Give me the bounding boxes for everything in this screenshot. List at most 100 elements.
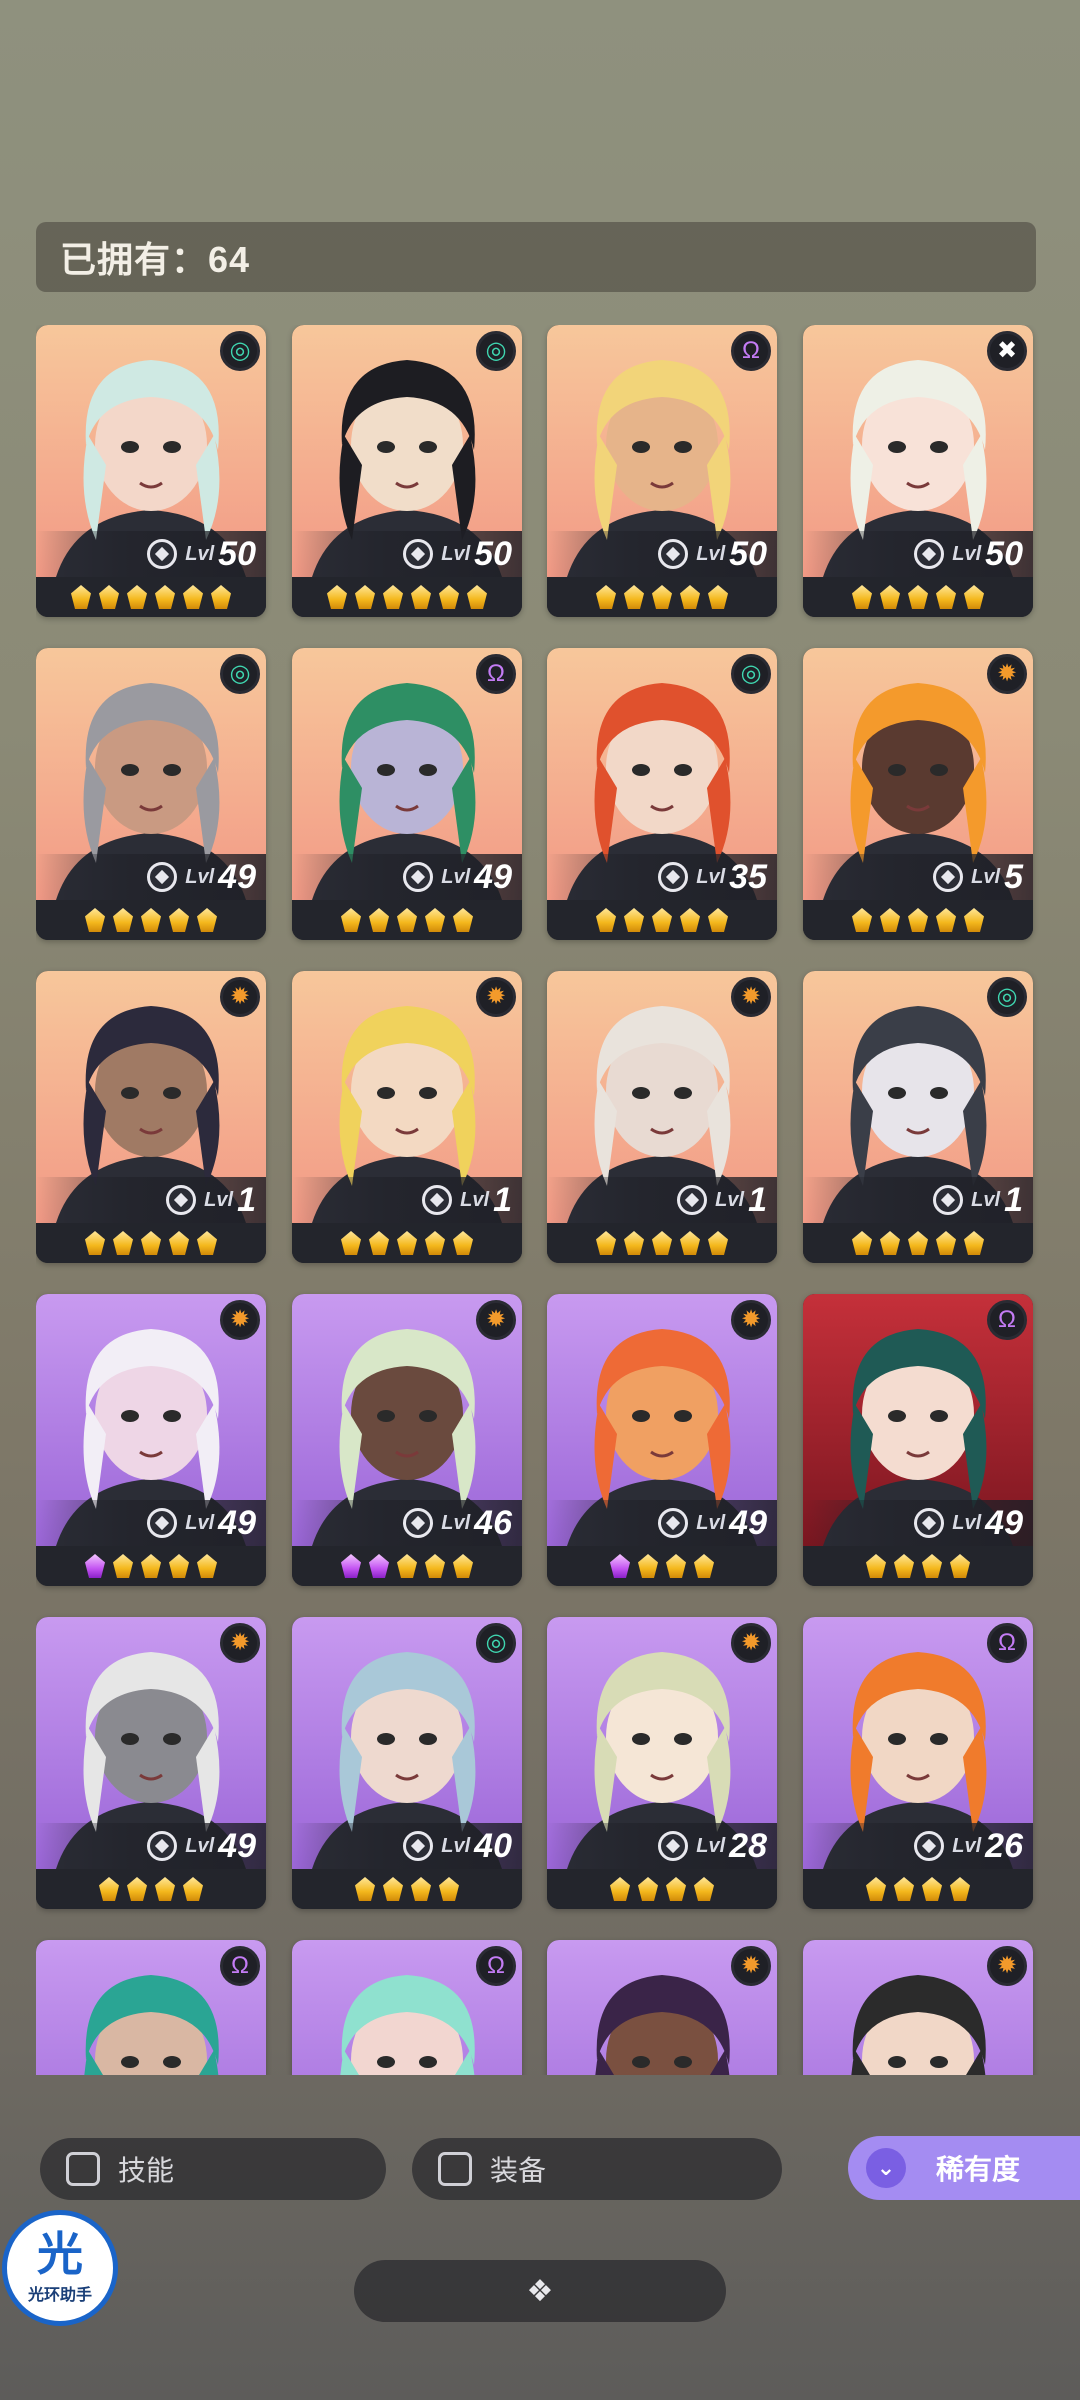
star-rating	[292, 577, 522, 617]
hero-card[interactable]: ✹ Lvl 5	[803, 648, 1033, 940]
star-icon	[99, 1877, 119, 1901]
hero-card[interactable]: ◎ Lvl 35	[547, 648, 777, 940]
star-icon	[852, 908, 872, 932]
star-icon	[467, 585, 487, 609]
star-icon	[85, 908, 105, 932]
equipment-filter-toggle[interactable]: 装备	[412, 2138, 782, 2200]
skill-filter-label: 技能	[118, 2155, 175, 2186]
star-icon	[964, 1231, 984, 1255]
hero-card[interactable]: ✹ Lvl 1	[36, 971, 266, 1263]
omega-icon: Ω	[476, 1946, 516, 1986]
star-icon	[183, 585, 203, 609]
rarity-sort-button[interactable]: ⌄ 稀有度	[848, 2136, 1080, 2200]
assistant-floating-button[interactable]: 光 光环助手	[2, 2210, 118, 2326]
equipment-slot-icon	[147, 1508, 178, 1538]
star-icon	[197, 1554, 217, 1578]
star-icon	[964, 585, 984, 609]
skill-filter-toggle[interactable]: 技能	[40, 2138, 386, 2200]
level-label: Lvl	[441, 1834, 471, 1857]
hero-card[interactable]: Ω	[292, 1940, 522, 2075]
star-icon	[610, 1877, 630, 1901]
omega-icon: Ω	[731, 331, 771, 371]
hero-card[interactable]: ✹ Lvl 1	[292, 971, 522, 1263]
star-icon	[596, 908, 616, 932]
sun-icon: ✹	[220, 1623, 260, 1663]
equipment-checkbox[interactable]	[438, 2152, 472, 2186]
star-icon	[369, 1554, 389, 1578]
hero-level-row: Lvl 35	[547, 854, 777, 900]
level-value: 49	[218, 1826, 256, 1865]
diamond-cluster-icon: ❖	[526, 2274, 554, 2308]
hero-card[interactable]: ✹	[547, 1940, 777, 2075]
sun-icon: ✹	[987, 1946, 1027, 1986]
expand-panel-button[interactable]: ❖	[354, 2260, 726, 2322]
level-value: 35	[729, 857, 767, 896]
star-icon	[425, 908, 445, 932]
star-icon	[113, 908, 133, 932]
star-icon	[852, 585, 872, 609]
spiral-icon: ◎	[220, 654, 260, 694]
star-icon	[852, 1231, 872, 1255]
star-icon	[127, 585, 147, 609]
hero-level-row: Lvl 40	[292, 1823, 522, 1869]
hero-card[interactable]: ✖ Lvl 50	[803, 325, 1033, 617]
hero-card[interactable]: ◎ Lvl 49	[36, 648, 266, 940]
star-icon	[113, 1231, 133, 1255]
spiral-icon: ◎	[731, 654, 771, 694]
level-label: Lvl	[204, 1188, 234, 1211]
star-rating	[292, 900, 522, 940]
hero-card[interactable]: ◎ Lvl 40	[292, 1617, 522, 1909]
star-icon	[866, 1877, 886, 1901]
owned-count-bar: 已拥有：64	[36, 222, 1036, 292]
hero-level-row: Lvl 49	[292, 854, 522, 900]
omega-icon: Ω	[220, 1946, 260, 1986]
hero-level-row: Lvl 49	[36, 854, 266, 900]
hero-level-row: Lvl 49	[36, 1500, 266, 1546]
hero-card[interactable]: ◎ Lvl 50	[36, 325, 266, 617]
hero-card[interactable]: Ω Lvl 49	[292, 648, 522, 940]
star-icon	[341, 1554, 361, 1578]
cross-icon: ✖	[987, 331, 1027, 371]
equipment-slot-icon	[147, 1831, 178, 1861]
spiral-icon: ◎	[987, 977, 1027, 1017]
hero-card[interactable]: ✹ Lvl 49	[547, 1294, 777, 1586]
hero-card[interactable]: ✹	[803, 1940, 1033, 2075]
star-rating	[803, 577, 1033, 617]
star-icon	[197, 1231, 217, 1255]
star-icon	[211, 585, 231, 609]
star-icon	[141, 908, 161, 932]
hero-card[interactable]: ✹ Lvl 49	[36, 1617, 266, 1909]
hero-card[interactable]: Ω Lvl 26	[803, 1617, 1033, 1909]
hero-grid: ◎ Lvl 50 ◎ Lvl 50 Ω Lvl 50 ✖ Lvl 50 ◎ Lvl 49 Ω Lvl 49 ◎ Lvl…	[36, 325, 1046, 2075]
hero-card[interactable]: ✹ Lvl 49	[36, 1294, 266, 1586]
hero-card[interactable]: ✹ Lvl 46	[292, 1294, 522, 1586]
equipment-slot-icon	[147, 862, 178, 892]
hero-card[interactable]: ◎ Lvl 1	[803, 971, 1033, 1263]
equipment-slot-icon	[914, 539, 945, 569]
hero-card[interactable]: ✹ Lvl 1	[547, 971, 777, 1263]
equipment-slot-icon	[147, 539, 178, 569]
hero-card[interactable]: ◎ Lvl 50	[292, 325, 522, 617]
star-icon	[950, 1554, 970, 1578]
hero-card[interactable]: ✹ Lvl 28	[547, 1617, 777, 1909]
star-rating	[803, 1546, 1033, 1586]
hero-card[interactable]: Ω	[36, 1940, 266, 2075]
skill-checkbox[interactable]	[66, 2152, 100, 2186]
hero-level-row: Lvl 5	[803, 854, 1033, 900]
hero-level-row: Lvl 50	[803, 531, 1033, 577]
hero-level-row: Lvl 49	[803, 1500, 1033, 1546]
star-icon	[127, 1877, 147, 1901]
hero-card[interactable]: Ω Lvl 50	[547, 325, 777, 617]
hero-card[interactable]: Ω Lvl 49	[803, 1294, 1033, 1586]
hero-level-row: Lvl 1	[292, 1177, 522, 1223]
sun-icon: ✹	[731, 1300, 771, 1340]
assistant-logo-text: 光环助手	[27, 2287, 92, 2304]
star-icon	[383, 585, 403, 609]
star-icon	[666, 1877, 686, 1901]
star-icon	[355, 585, 375, 609]
hero-level-row: Lvl 1	[36, 1177, 266, 1223]
star-icon	[425, 1554, 445, 1578]
sun-icon: ✹	[476, 977, 516, 1017]
equipment-slot-icon	[658, 1508, 689, 1538]
star-icon	[922, 1554, 942, 1578]
